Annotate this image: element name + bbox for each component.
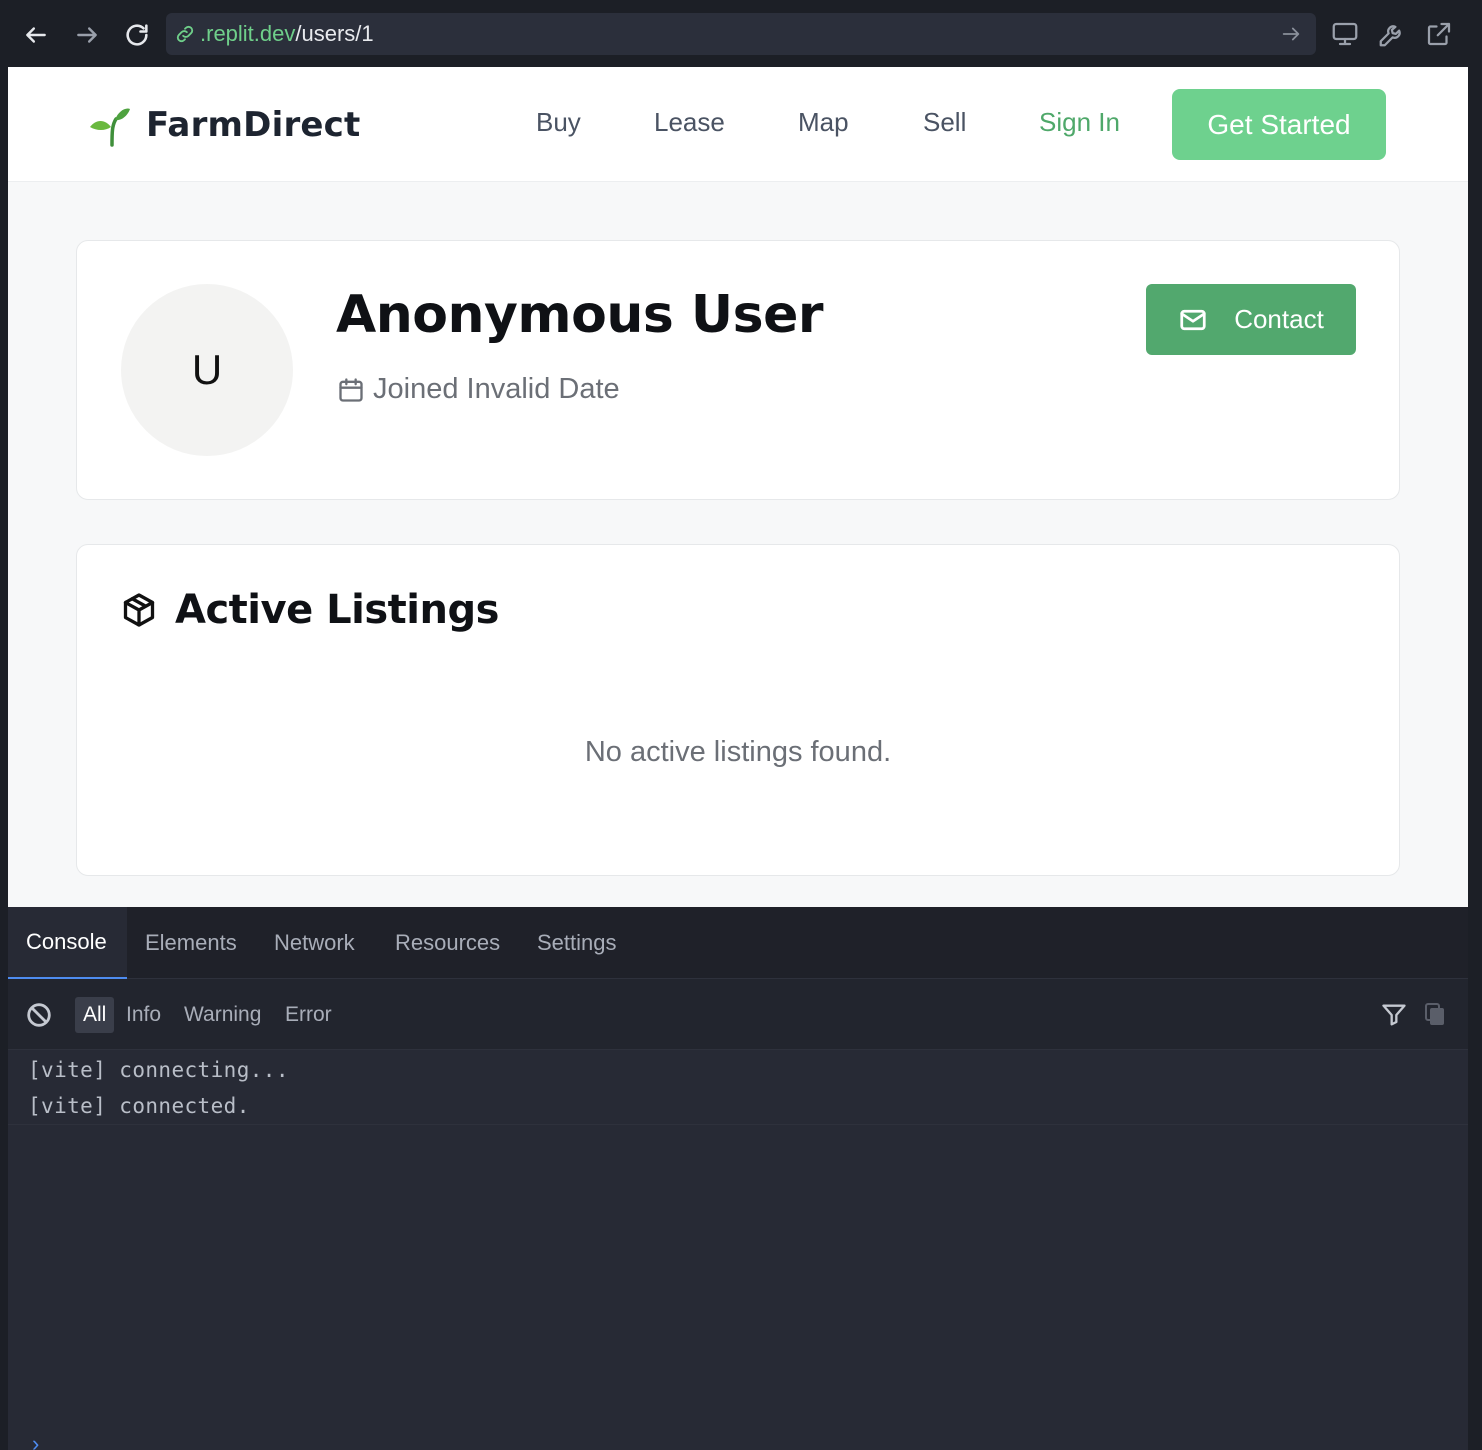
empty-listings-message: No active listings found. — [584, 736, 892, 768]
avatar: U — [121, 284, 293, 456]
url-host: .replit.dev — [200, 21, 296, 46]
mail-icon — [1180, 309, 1206, 330]
joined-info: Joined Invalid Date — [337, 373, 620, 406]
tab-elements[interactable]: Elements — [127, 907, 255, 979]
nav-sell[interactable]: Sell — [923, 107, 966, 138]
package-icon — [123, 593, 155, 627]
joined-date: Joined Invalid Date — [373, 373, 620, 405]
filter-warning[interactable]: Warning — [176, 997, 269, 1033]
nav-buy[interactable]: Buy — [536, 107, 581, 138]
get-started-button[interactable]: Get Started — [1172, 89, 1386, 160]
sign-in-link[interactable]: Sign In — [1039, 107, 1120, 138]
listings-card: Active Listings No active listings found… — [76, 544, 1400, 876]
url-path: /users/1 — [295, 21, 374, 46]
url-bar[interactable]: .replit.dev/users/1 — [166, 13, 1316, 55]
link-icon — [176, 25, 194, 43]
external-link-icon[interactable] — [1423, 18, 1455, 50]
reload-icon[interactable] — [120, 18, 154, 52]
monitor-icon[interactable] — [1329, 18, 1361, 50]
filter-funnel-icon[interactable] — [1380, 1001, 1408, 1034]
devtools-panel: Console Elements Network Resources Setti… — [8, 907, 1468, 1450]
contact-button[interactable]: Contact — [1146, 284, 1356, 355]
console-prompt-icon[interactable]: › — [32, 1431, 39, 1450]
tab-resources[interactable]: Resources — [377, 907, 518, 979]
page-viewport: FarmDirect Buy Lease Map Sell Sign In Ge… — [8, 67, 1468, 907]
site-header: FarmDirect Buy Lease Map Sell Sign In Ge… — [8, 67, 1468, 182]
filter-info[interactable]: Info — [118, 997, 169, 1033]
go-arrow-icon[interactable] — [1280, 23, 1302, 45]
wrench-icon[interactable] — [1376, 18, 1408, 50]
forward-arrow-icon[interactable] — [70, 18, 104, 52]
listings-title: Active Listings — [175, 587, 499, 633]
copy-icon[interactable] — [1424, 1003, 1446, 1032]
console-log-line: [vite] connected. — [28, 1094, 250, 1118]
contact-label: Contact — [1234, 304, 1324, 334]
filter-error[interactable]: Error — [277, 997, 340, 1033]
filter-all[interactable]: All — [75, 997, 115, 1033]
tab-settings[interactable]: Settings — [519, 907, 635, 979]
profile-card: U Anonymous User Joined Invalid Date Con… — [76, 240, 1400, 500]
sprout-icon — [90, 108, 130, 147]
browser-toolbar: .replit.dev/users/1 — [0, 0, 1482, 67]
nav-map[interactable]: Map — [798, 107, 849, 138]
console-toolbar: All Info Warning Error — [8, 979, 1468, 1050]
console-log-area: [vite] connecting... [vite] connected. — [8, 1050, 1468, 1125]
tab-console[interactable]: Console — [8, 907, 127, 979]
brand-name: FarmDirect — [146, 105, 361, 145]
devtools-tabs: Console Elements Network Resources Setti… — [8, 907, 1468, 979]
user-name: Anonymous User — [336, 285, 823, 345]
back-arrow-icon[interactable] — [19, 18, 53, 52]
clear-console-icon[interactable] — [26, 1002, 52, 1033]
tab-network[interactable]: Network — [256, 907, 373, 979]
brand-logo[interactable]: FarmDirect — [88, 103, 360, 147]
console-log-line: [vite] connecting... — [28, 1058, 289, 1082]
listings-header: Active Listings — [121, 587, 499, 633]
nav-lease[interactable]: Lease — [654, 107, 725, 138]
calendar-icon — [339, 377, 363, 402]
